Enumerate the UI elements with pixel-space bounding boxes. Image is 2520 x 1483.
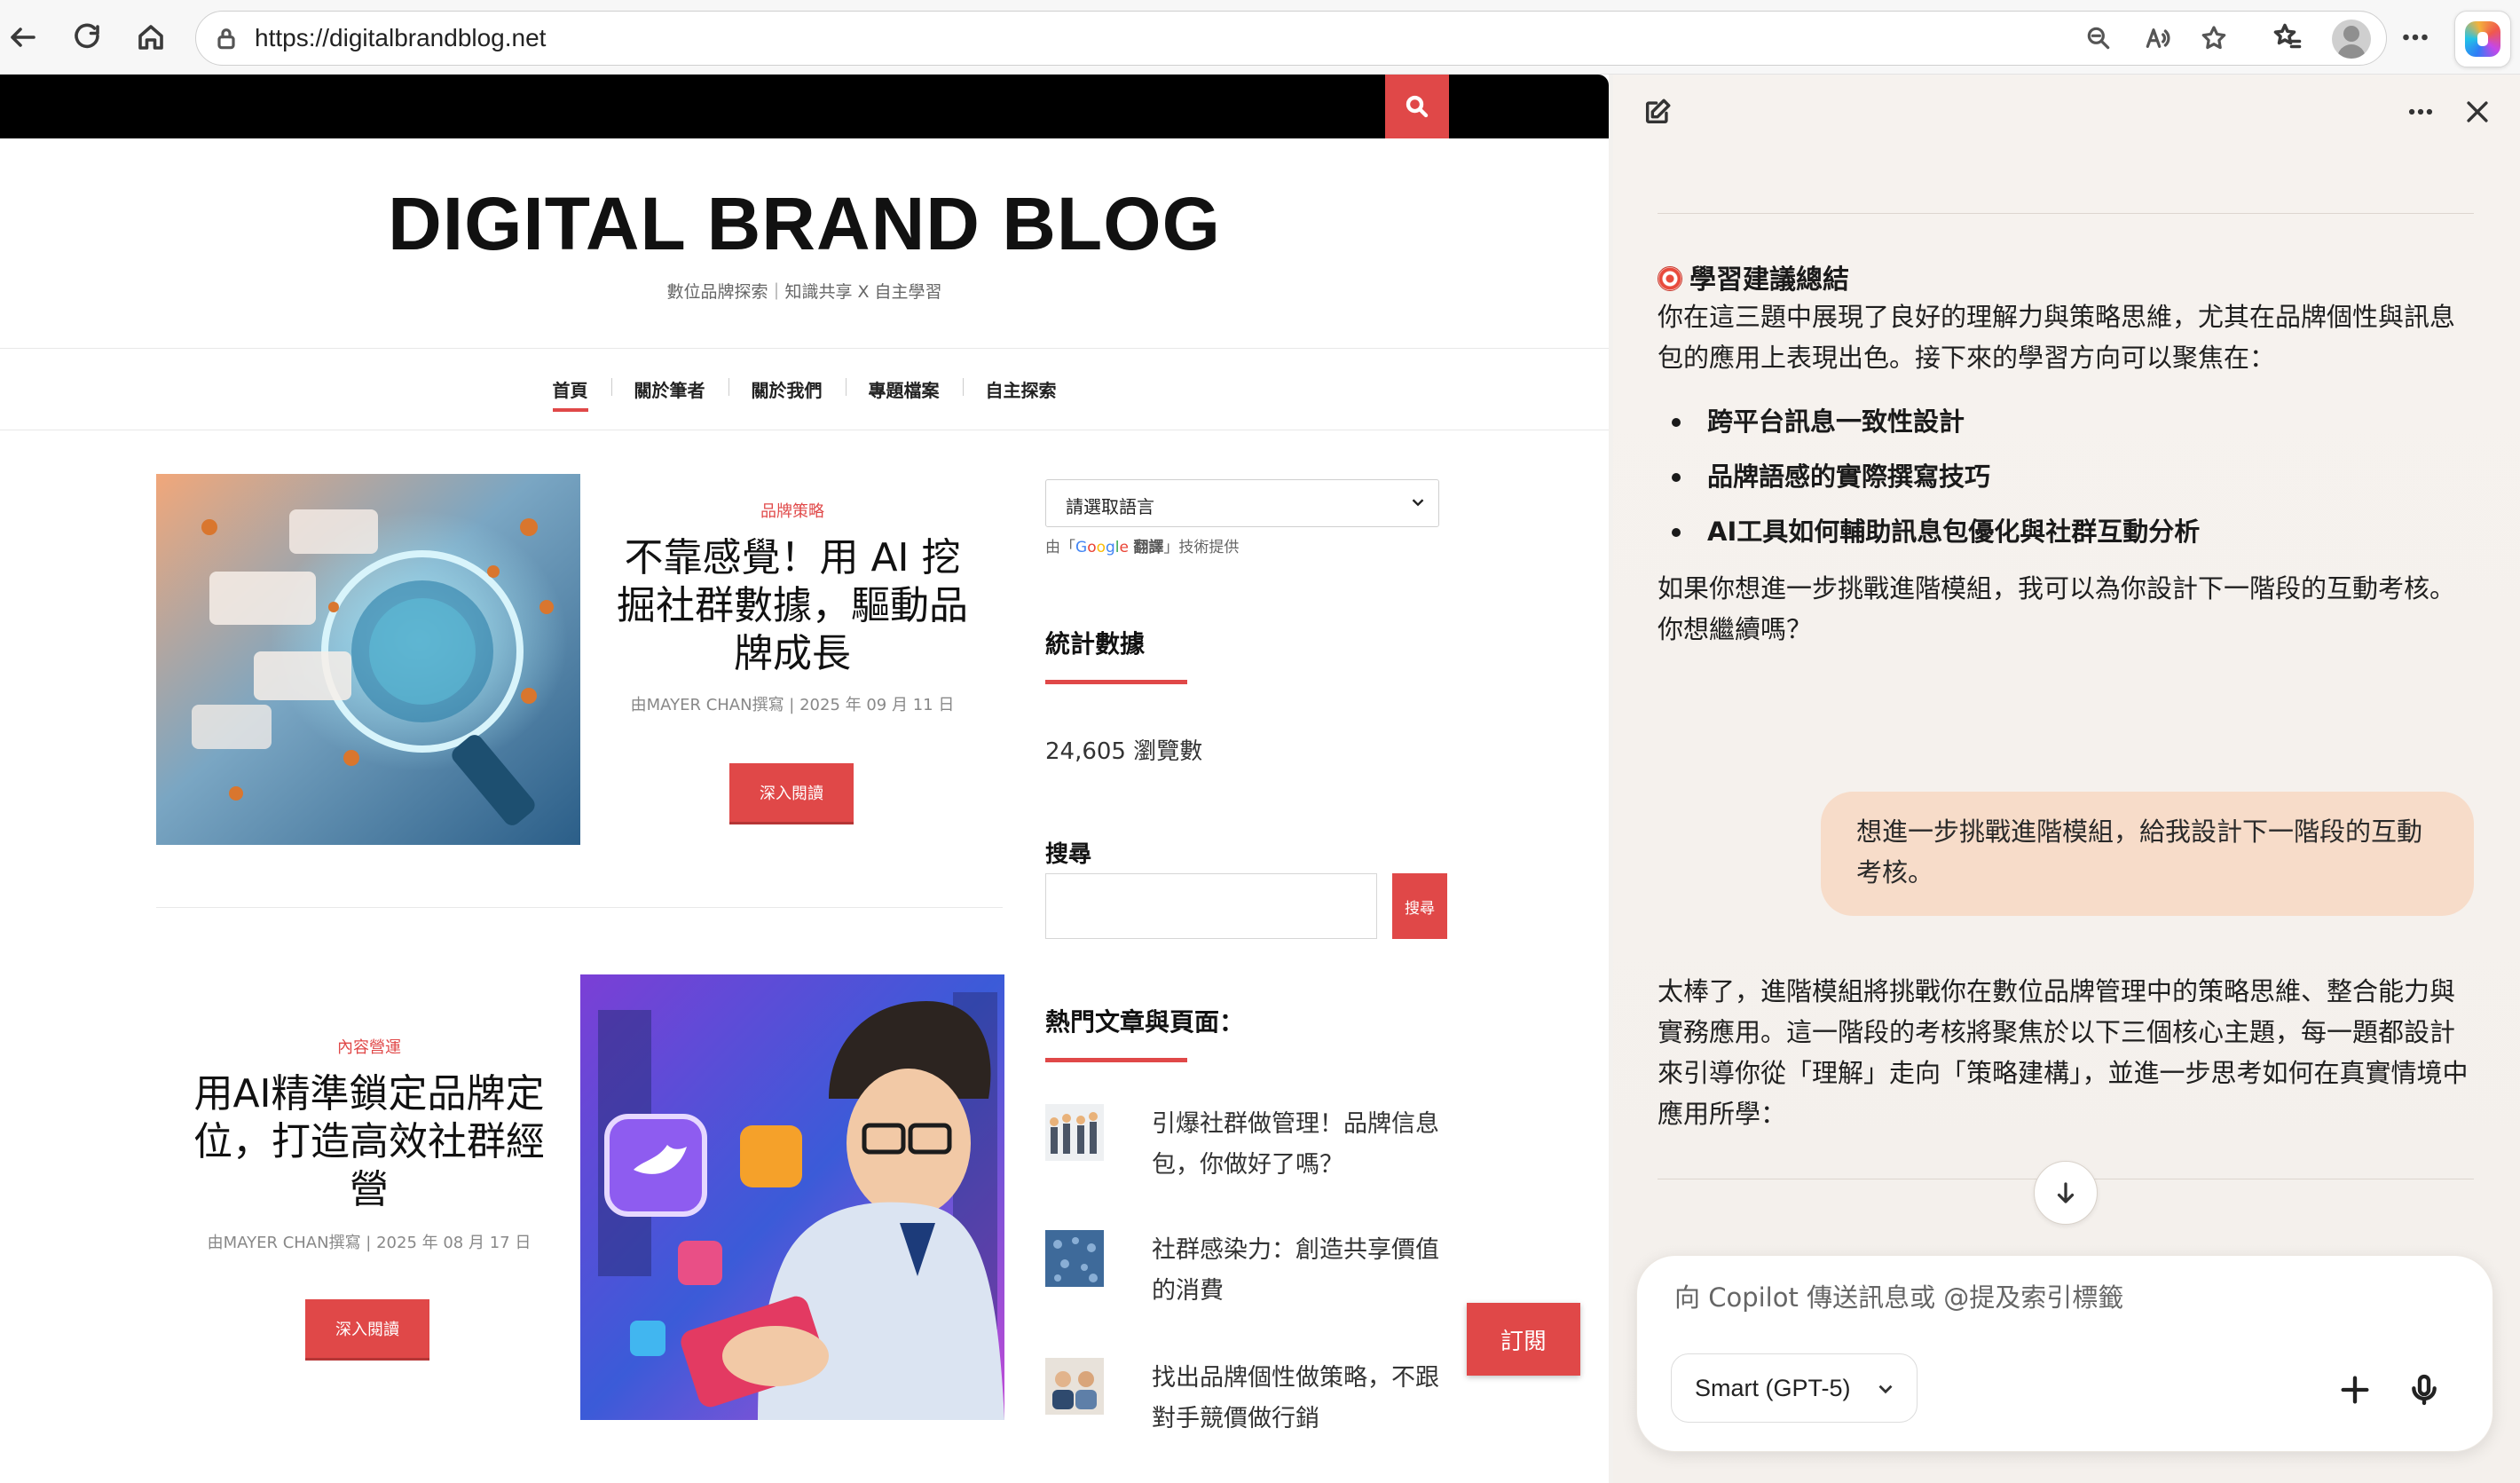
message-composer: Smart (GPT-5) bbox=[1636, 1255, 2493, 1452]
profile-avatar[interactable] bbox=[2332, 20, 2371, 59]
popular-widget-title: 熱門文章與頁面： bbox=[1045, 1007, 1245, 1037]
post-2-read-more-button[interactable]: 深入閱讀 bbox=[305, 1299, 429, 1358]
search-widget-label: 搜尋 bbox=[1045, 841, 1092, 868]
favorites-list-icon[interactable] bbox=[2268, 18, 2307, 57]
chevron-down-icon bbox=[1874, 1377, 1897, 1407]
stats-title-underline bbox=[1045, 680, 1187, 684]
nav-item-home[interactable]: 首頁 bbox=[530, 376, 611, 412]
popular-1-thumbnail[interactable] bbox=[1045, 1104, 1104, 1161]
copilot-logo-icon bbox=[2465, 21, 2500, 57]
popular-1-link[interactable]: 引爆社群做管理！品牌信息包，你做好了嗎？ bbox=[1152, 1104, 1453, 1186]
sidebar-search-input[interactable] bbox=[1045, 873, 1377, 939]
target-icon bbox=[1658, 266, 1682, 291]
copilot-button[interactable] bbox=[2454, 11, 2511, 67]
summary-followup: 如果你想進一步挑戰進階模組，我可以為你設計下一階段的互動考核。你想繼續嗎？ bbox=[1658, 573, 2456, 644]
composer-input[interactable] bbox=[1674, 1282, 2437, 1313]
lock-icon[interactable] bbox=[209, 20, 244, 56]
new-chat-icon[interactable] bbox=[1638, 92, 1677, 131]
assistant-reply: 太棒了，進階模組將挑戰你在數位品牌管理中的策略思維、整合能力與實務應用。這一階段… bbox=[1658, 976, 2469, 1129]
post-1-title[interactable]: 不靠感覺！用 AI 挖掘社群數據，驅動品牌成長 bbox=[616, 534, 969, 678]
site-title[interactable]: DIGITAL BRAND BLOG bbox=[0, 181, 1609, 267]
language-select[interactable]: 請選取語言 bbox=[1045, 479, 1439, 527]
popular-3-link[interactable]: 找出品牌個性做策略，不跟對手競價做行銷 bbox=[1152, 1358, 1453, 1440]
refresh-icon[interactable] bbox=[67, 18, 106, 57]
chevron-down-icon bbox=[1408, 493, 1428, 512]
popular-title-underline bbox=[1045, 1058, 1187, 1062]
popular-2-link[interactable]: 社群感染力：創造共享價值的消費 bbox=[1152, 1230, 1453, 1312]
sidebar-search-button[interactable]: 搜尋 bbox=[1392, 873, 1447, 939]
website-content: DIGITAL BRAND BLOG 數位品牌探索｜知識共享 X 自主學習 首頁… bbox=[0, 75, 1609, 1483]
panel-more-icon[interactable] bbox=[2401, 92, 2440, 131]
post-1-read-more-button[interactable]: 深入閱讀 bbox=[729, 763, 854, 822]
nav-item-about-author[interactable]: 關於筆者 bbox=[610, 376, 728, 402]
summary-bullet: 品牌語感的實際撰寫技巧 bbox=[1658, 449, 2474, 504]
summary-bullets: 跨平台訊息一致性設計 品牌語感的實際撰寫技巧 AI工具如何輔助訊息包優化與社群互… bbox=[1658, 394, 2474, 559]
popular-3-thumbnail[interactable] bbox=[1045, 1358, 1104, 1415]
favorite-star-icon[interactable] bbox=[2196, 20, 2232, 56]
header-divider bbox=[0, 348, 1609, 349]
model-selector[interactable]: Smart (GPT-5) bbox=[1671, 1353, 1918, 1423]
summary-bullet: AI工具如何輔助訊息包優化與社群互動分析 bbox=[1658, 504, 2474, 559]
read-aloud-icon[interactable] bbox=[2139, 20, 2175, 56]
more-options-icon[interactable] bbox=[2396, 18, 2435, 57]
zoom-icon[interactable] bbox=[2081, 20, 2116, 56]
user-message-bubble: 想進一步挑戰進階模組，給我設計下一階段的互動考核。 bbox=[1821, 792, 2474, 916]
site-top-bar bbox=[0, 75, 1609, 138]
close-icon[interactable] bbox=[2458, 92, 2497, 131]
home-icon[interactable] bbox=[131, 18, 170, 57]
language-select-value: 請選取語言 bbox=[1066, 496, 1154, 517]
model-selector-label: Smart (GPT-5) bbox=[1695, 1374, 1851, 1401]
copilot-panel: 學習建議總結 你在這三題中展現了良好的理解力與策略思維，尤其在品牌個性與訊息包的… bbox=[1613, 75, 2520, 1483]
site-tagline: 數位品牌探索｜知識共享 X 自主學習 bbox=[666, 282, 942, 302]
google-logo: Google bbox=[1075, 539, 1129, 556]
summary-bullet: 跨平台訊息一致性設計 bbox=[1658, 394, 2474, 449]
summary-heading: 學習建議總結 bbox=[1658, 257, 1849, 296]
scroll-to-bottom-button[interactable] bbox=[2034, 1161, 2098, 1225]
popular-2-thumbnail[interactable] bbox=[1045, 1230, 1104, 1287]
stats-value: 24,605 瀏覽數 bbox=[1045, 738, 1203, 765]
add-attachment-icon[interactable] bbox=[2335, 1369, 2375, 1410]
post-2-meta: 由MAYER CHAN撰寫 | 2025 年 08 月 17 日 bbox=[207, 1234, 532, 1252]
summary-intro: 你在這三題中展現了良好的理解力與策略思維，尤其在品牌個性與訊息包的應用上表現出色… bbox=[1658, 302, 2456, 373]
stats-widget-title: 統計數據 bbox=[1045, 629, 1146, 659]
site-search-button[interactable] bbox=[1385, 75, 1449, 138]
address-bar[interactable]: https://digitalbrandblog.net bbox=[195, 11, 2387, 66]
google-translate-credit[interactable]: 由「Google 翻譯」技術提供 bbox=[1045, 534, 1239, 556]
post-2-category[interactable]: 內容營運 bbox=[190, 1035, 548, 1058]
message-divider bbox=[1658, 213, 2474, 214]
search-icon bbox=[1406, 95, 1429, 118]
post-2-image[interactable] bbox=[580, 974, 1004, 1420]
url-text[interactable]: https://digitalbrandblog.net bbox=[255, 24, 546, 52]
nav-item-topics[interactable]: 專題檔案 bbox=[845, 376, 963, 402]
nav-item-about-us[interactable]: 關於我們 bbox=[728, 376, 846, 402]
post-1-image[interactable] bbox=[156, 474, 580, 845]
arrow-down-icon bbox=[2057, 1182, 2075, 1203]
main-nav: 首頁 關於筆者 關於我們 專題檔案 自主探索 bbox=[0, 376, 1609, 412]
post-2-title[interactable]: 用AI精準鎖定品牌定位，打造高效社群經營 bbox=[190, 1070, 548, 1214]
nav-item-explore[interactable]: 自主探索 bbox=[962, 376, 1080, 402]
post-1-category[interactable]: 品牌策略 bbox=[616, 499, 969, 522]
subscribe-button[interactable]: 訂閱 bbox=[1467, 1303, 1580, 1376]
post-1-meta: 由MAYER CHAN撰寫 | 2025 年 09 月 11 日 bbox=[630, 696, 955, 714]
browser-toolbar: https://digitalbrandblog.net bbox=[0, 0, 2520, 75]
microphone-icon[interactable] bbox=[2404, 1369, 2445, 1410]
post-divider bbox=[156, 907, 1003, 908]
back-arrow-icon[interactable] bbox=[4, 18, 43, 57]
